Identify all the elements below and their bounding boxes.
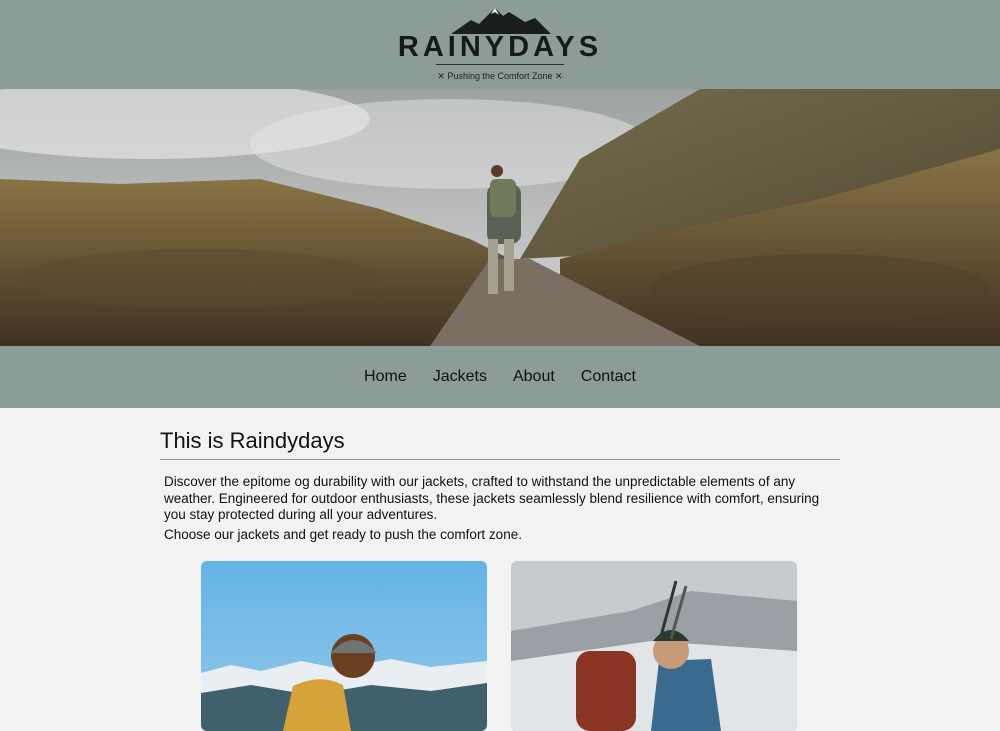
mountain-logo-icon	[451, 8, 551, 34]
hero-image	[0, 89, 1000, 346]
product-image-card[interactable]	[511, 561, 797, 731]
brand-name[interactable]: RAINYDAYS	[0, 31, 1000, 64]
page-title: This is Raindydays	[160, 428, 345, 453]
cta-paragraph: Choose our jackets and get ready to push…	[164, 527, 522, 542]
main-nav: Home Jackets About Contact	[0, 346, 1000, 408]
product-image-card[interactable]	[201, 561, 487, 731]
title-divider	[160, 459, 840, 460]
logo-divider	[436, 64, 564, 65]
nav-contact[interactable]: Contact	[581, 368, 636, 386]
intro-paragraph: Discover the epitome og durability with …	[164, 474, 820, 522]
brand-tagline: ✕ Pushing the Comfort Zone ✕	[437, 71, 563, 81]
nav-home[interactable]: Home	[364, 368, 407, 386]
nav-about[interactable]: About	[513, 368, 555, 386]
nav-jackets[interactable]: Jackets	[433, 368, 487, 386]
main-content: This is Raindydays Discover the epitome …	[0, 408, 1000, 731]
site-header: RAINYDAYS ✕ Pushing the Comfort Zone ✕	[0, 0, 1000, 89]
